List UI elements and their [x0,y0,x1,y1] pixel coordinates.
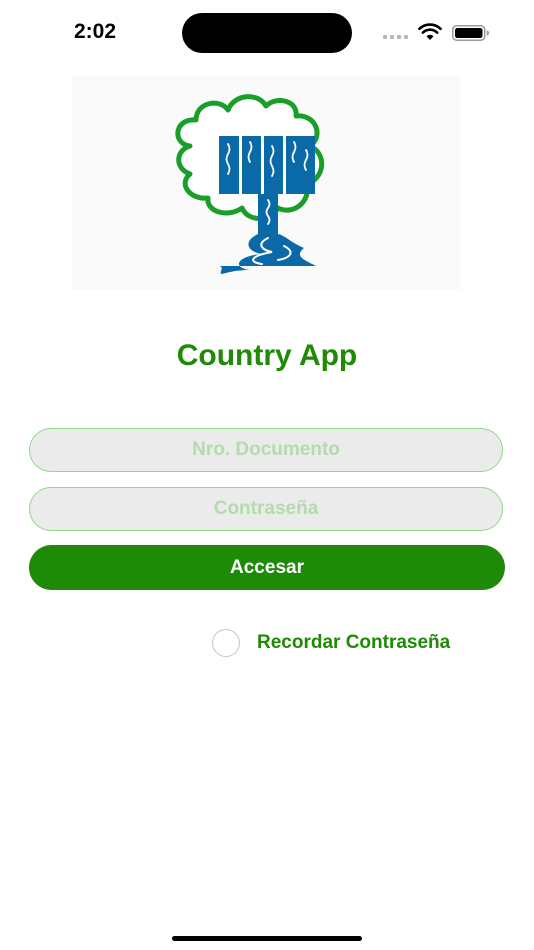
battery-icon [452,25,489,41]
status-time: 2:02 [74,20,117,43]
app-title: Country App [176,339,358,372]
remember-password-toggle[interactable]: Recordar Contraseña [212,628,450,658]
document-number-input[interactable] [29,428,503,472]
status-bar: 2:02 [0,0,534,64]
tree-waterfall-logo [72,76,460,290]
remember-password-label: Recordar Contraseña [257,632,451,653]
cellular-signal-icon [383,35,409,39]
home-indicator [172,936,362,941]
password-input[interactable] [29,487,503,531]
dynamic-island [182,13,352,53]
wifi-icon [418,23,442,40]
login-button[interactable]: Accesar [29,545,505,590]
remember-radio-button[interactable] [212,629,240,657]
